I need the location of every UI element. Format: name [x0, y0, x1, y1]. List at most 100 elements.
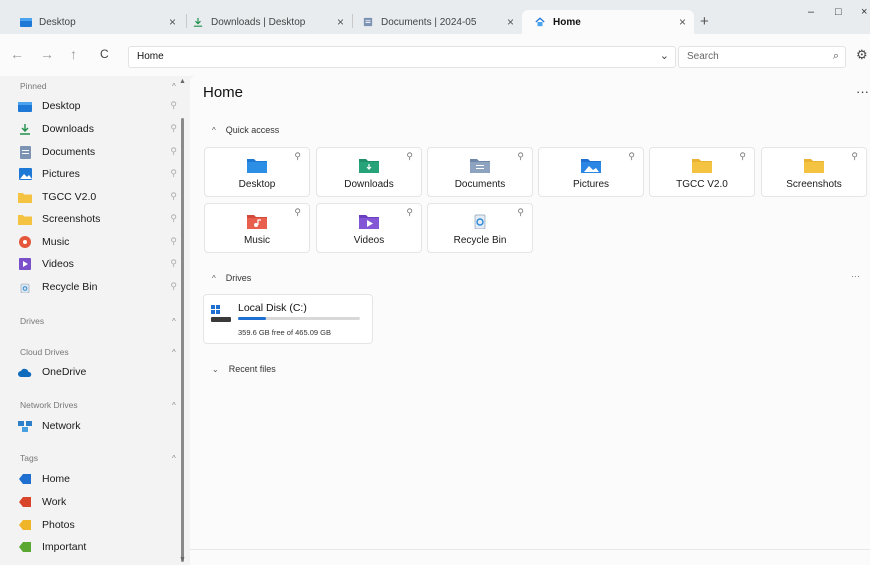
pin-icon[interactable]: ⚲	[170, 281, 177, 292]
recent-files-header[interactable]: ⌄ Recent files	[212, 364, 276, 374]
pin-icon[interactable]: ⚲	[517, 151, 524, 162]
pin-icon[interactable]: ⚲	[170, 258, 177, 269]
pin-icon[interactable]: ⚲	[739, 151, 746, 162]
tab-downloads[interactable]: Downloads | Desktop ×	[180, 10, 352, 34]
quick-access-card-desktop[interactable]: ⚲ Desktop	[204, 147, 310, 197]
videos-folder-icon	[359, 215, 379, 229]
sidebar-item-recycle-bin[interactable]: Recycle Bin ⚲	[18, 277, 183, 297]
pin-icon[interactable]: ⚲	[170, 123, 177, 134]
tab-label: Home	[553, 16, 581, 28]
pin-icon[interactable]: ⚲	[406, 207, 413, 218]
tag-icon	[19, 497, 31, 507]
address-bar[interactable]: Home ⌄	[128, 46, 676, 68]
up-button[interactable]: ↑	[70, 46, 77, 62]
sidebar-section-cloud[interactable]: Cloud Drives	[20, 347, 69, 357]
card-label: Documents	[454, 179, 506, 190]
quick-access-card-documents[interactable]: ⚲ Documents	[427, 147, 533, 197]
document-icon	[19, 145, 31, 159]
tab-close-icon[interactable]: ×	[679, 15, 686, 29]
sidebar-item-label: Photos	[42, 519, 75, 531]
chevron-up-icon[interactable]: ^	[212, 274, 216, 283]
scroll-down-arrow-icon[interactable]: ▼	[179, 556, 186, 563]
chevron-up-icon[interactable]: ^	[212, 126, 216, 135]
quick-access-card-downloads[interactable]: ⚲ Downloads	[316, 147, 422, 197]
page-title: Home	[203, 84, 244, 101]
chevron-up-icon[interactable]: ^	[172, 82, 176, 91]
recycle-bin-icon	[20, 283, 30, 293]
sidebar-item-tag-work[interactable]: Work	[18, 492, 183, 512]
chevron-up-icon[interactable]: ^	[172, 348, 176, 357]
quick-access-card-tgcc[interactable]: ⚲ TGCC V2.0	[649, 147, 755, 197]
forward-button[interactable]: →	[40, 46, 54, 62]
pin-icon[interactable]: ⚲	[170, 100, 177, 111]
chevron-down-icon[interactable]: ⌄	[660, 49, 669, 62]
tab-home[interactable]: Home ×	[522, 10, 694, 34]
sidebar-item-tgcc[interactable]: TGCC V2.0 ⚲	[18, 187, 183, 207]
pin-icon[interactable]: ⚲	[170, 213, 177, 224]
more-options-button[interactable]: ···	[856, 84, 869, 99]
refresh-button[interactable]: C	[100, 47, 109, 61]
pin-icon[interactable]: ⚲	[851, 151, 858, 162]
sidebar-item-videos[interactable]: Videos ⚲	[18, 254, 183, 274]
sidebar-item-music[interactable]: Music ⚲	[18, 232, 183, 252]
tab-documents[interactable]: Documents | 2024-05 ×	[350, 10, 522, 34]
pin-icon[interactable]: ⚲	[406, 151, 413, 162]
settings-gear-icon[interactable]: ⚙	[856, 47, 868, 63]
sidebar-section-tags[interactable]: Tags	[20, 453, 38, 463]
sidebar-item-downloads[interactable]: Downloads ⚲	[18, 119, 183, 139]
sidebar-item-onedrive[interactable]: OneDrive	[18, 362, 183, 382]
network-icon	[18, 421, 32, 432]
tab-close-icon[interactable]: ×	[507, 15, 514, 29]
chevron-up-icon[interactable]: ^	[172, 454, 176, 463]
pin-icon[interactable]: ⚲	[294, 207, 301, 218]
sidebar-section-network[interactable]: Network Drives	[20, 400, 78, 410]
quick-access-card-recycle-bin[interactable]: ⚲ Recycle Bin	[427, 203, 533, 253]
chevron-down-icon[interactable]: ⌄	[212, 365, 219, 374]
tab-close-icon[interactable]: ×	[169, 15, 176, 29]
close-window-button[interactable]: ×	[861, 6, 867, 18]
sidebar-item-network[interactable]: Network	[18, 416, 183, 436]
sidebar-section-pinned[interactable]: Pinned	[20, 81, 46, 91]
drives-more-button[interactable]: ···	[851, 271, 860, 281]
quick-access-card-screenshots[interactable]: ⚲ Screenshots	[761, 147, 867, 197]
pin-icon[interactable]: ⚲	[170, 236, 177, 247]
tab-close-icon[interactable]: ×	[337, 15, 344, 29]
sidebar-item-label: Recycle Bin	[42, 281, 98, 293]
quick-access-card-music[interactable]: ⚲ Music	[204, 203, 310, 253]
pin-icon[interactable]: ⚲	[170, 146, 177, 157]
drives-header[interactable]: ^ Drives	[212, 273, 251, 283]
quick-access-header[interactable]: ^ Quick access	[212, 125, 279, 135]
sidebar-item-documents[interactable]: Documents ⚲	[18, 142, 183, 162]
sidebar-item-screenshots[interactable]: Screenshots ⚲	[18, 209, 183, 229]
pin-icon[interactable]: ⚲	[170, 191, 177, 202]
pin-icon[interactable]: ⚲	[628, 151, 635, 162]
maximize-button[interactable]: □	[835, 6, 842, 18]
desktop-folder-icon	[18, 101, 32, 112]
minimize-button[interactable]: –	[808, 6, 814, 18]
group-label: Drives	[225, 273, 252, 283]
quick-access-card-videos[interactable]: ⚲ Videos	[316, 203, 422, 253]
quick-access-card-pictures[interactable]: ⚲ Pictures	[538, 147, 644, 197]
new-tab-button[interactable]: +	[700, 13, 709, 30]
search-input[interactable]: Search ⌕	[678, 46, 846, 68]
back-button[interactable]: ←	[10, 46, 24, 62]
sidebar-item-pictures[interactable]: Pictures ⚲	[18, 164, 183, 184]
pin-icon[interactable]: ⚲	[294, 151, 301, 162]
tab-desktop[interactable]: Desktop ×	[8, 10, 184, 34]
sidebar-item-tag-home[interactable]: Home	[18, 469, 183, 489]
download-arrow-icon	[20, 124, 30, 135]
chevron-up-icon[interactable]: ^	[172, 317, 176, 326]
sidebar-scrollbar-thumb[interactable]	[181, 118, 184, 562]
pin-icon[interactable]: ⚲	[170, 168, 177, 179]
pin-icon[interactable]: ⚲	[517, 207, 524, 218]
downloads-folder-icon	[359, 159, 379, 173]
sidebar-item-tag-photos[interactable]: Photos	[18, 515, 183, 535]
recycle-bin-icon	[474, 214, 486, 229]
sidebar-item-tag-important[interactable]: Important	[18, 537, 183, 557]
scroll-up-arrow-icon[interactable]: ▲	[179, 78, 186, 85]
search-icon[interactable]: ⌕	[833, 50, 839, 63]
sidebar-section-drives[interactable]: Drives	[20, 316, 44, 326]
sidebar-item-desktop[interactable]: Desktop ⚲	[18, 96, 183, 116]
card-label: Videos	[353, 235, 385, 246]
chevron-up-icon[interactable]: ^	[172, 401, 176, 410]
